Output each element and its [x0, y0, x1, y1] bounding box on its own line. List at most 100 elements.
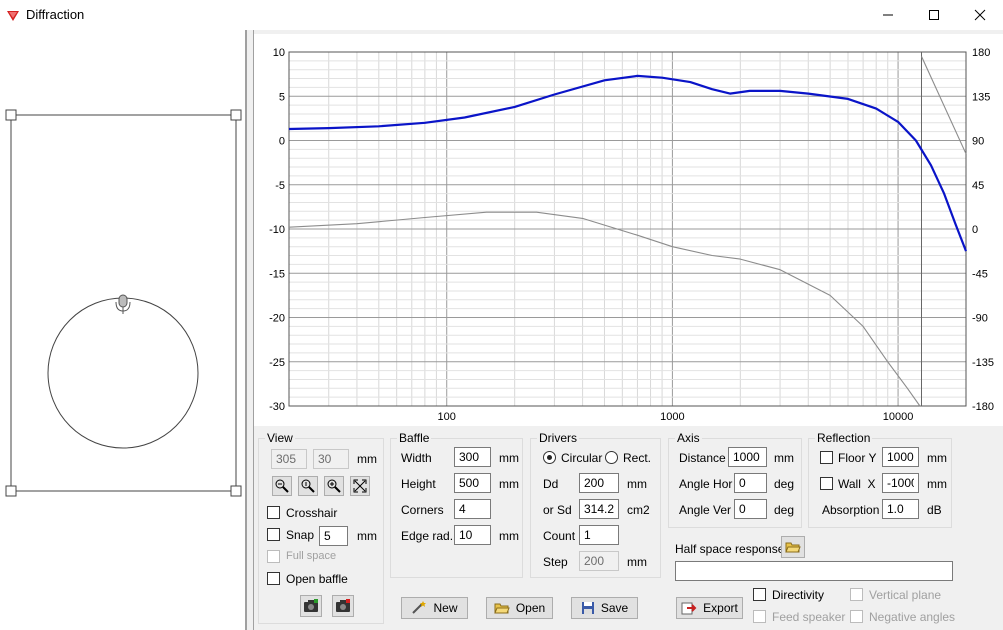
new-button-label: New	[433, 601, 458, 615]
zoom-fit-button[interactable]	[350, 476, 370, 496]
corners-field[interactable]	[454, 499, 491, 519]
floor-field[interactable]	[882, 447, 919, 467]
floor-checkbox[interactable]	[820, 451, 833, 464]
sd-field[interactable]	[579, 499, 619, 519]
baffle-preview-pane[interactable]	[0, 30, 246, 630]
pane-splitter[interactable]	[246, 30, 254, 630]
zoom-in-icon	[327, 479, 341, 493]
crosshair-checkbox[interactable]	[267, 506, 280, 519]
dd-unit: mm	[627, 477, 647, 491]
edge-radius-field[interactable]	[454, 525, 491, 545]
y2-tick-label: -45	[972, 268, 988, 280]
corners-label: Corners	[401, 503, 444, 517]
x-tick-label: 10000	[883, 411, 914, 423]
count-field[interactable]	[579, 525, 619, 545]
wall-checkbox[interactable]	[820, 477, 833, 490]
circular-radio[interactable]	[543, 451, 556, 464]
close-button[interactable]	[957, 0, 1003, 30]
wall-field[interactable]	[882, 473, 919, 493]
feed-speaker-label: Feed speaker	[772, 610, 846, 624]
angle-hor-field[interactable]	[734, 473, 767, 493]
dd-label: Dd	[543, 477, 559, 491]
y-tick-label: -15	[269, 268, 285, 280]
camera-red-icon	[336, 599, 350, 612]
open-baffle-label: Open baffle	[286, 572, 348, 586]
vertical-plane-checkbox[interactable]	[850, 588, 863, 601]
x-tick-label: 100	[438, 411, 456, 423]
circular-label: Circular	[561, 451, 603, 465]
y2-tick-label: 180	[972, 47, 990, 59]
view-group-title: View	[265, 431, 295, 445]
half-space-open-button[interactable]	[781, 536, 805, 558]
drivers-group-title: Drivers	[537, 431, 579, 445]
y2-tick-label: 45	[972, 180, 984, 192]
full-space-checkbox[interactable]	[267, 550, 280, 563]
magic-wand-icon	[412, 601, 427, 614]
series-line-magnitude	[288, 74, 968, 252]
zoom-actual-button[interactable]	[298, 476, 318, 496]
step-label: Step	[543, 555, 568, 569]
resize-handle-bottom-left[interactable]	[5, 485, 17, 497]
y-tick-label: 0	[279, 136, 285, 148]
sd-label: or Sd	[543, 503, 572, 517]
baffle-drawing[interactable]	[0, 30, 246, 630]
y2-tick-label: -180	[972, 401, 994, 413]
new-button[interactable]: New	[401, 597, 468, 619]
floppy-disk-icon	[581, 602, 594, 614]
baffle-group-title: Baffle	[397, 431, 432, 445]
feed-speaker-checkbox[interactable]	[753, 610, 766, 623]
step-field[interactable]	[579, 551, 619, 571]
absorption-field[interactable]	[882, 499, 919, 519]
minimize-button[interactable]	[865, 0, 911, 30]
zoom-out-button[interactable]	[272, 476, 292, 496]
snap-checkbox[interactable]	[267, 528, 280, 541]
y-tick-label: -20	[269, 313, 285, 325]
floor-label: Floor Y	[838, 451, 877, 465]
angle-hor-unit: deg	[774, 477, 795, 491]
close-icon	[974, 9, 986, 21]
y-tick-label: 10	[273, 47, 285, 59]
width-field[interactable]	[454, 447, 491, 467]
negative-angles-checkbox[interactable]	[850, 610, 863, 623]
height-field[interactable]	[454, 473, 491, 493]
height-label: Height	[401, 477, 436, 491]
distance-field[interactable]	[728, 447, 767, 467]
save-button[interactable]: Save	[571, 597, 638, 619]
resize-handle-bottom-right[interactable]	[230, 485, 242, 497]
snap-field[interactable]	[319, 526, 348, 546]
screenshot-alt-button[interactable]	[332, 595, 354, 617]
zoom-one-icon	[301, 479, 315, 493]
resize-handle-top-right[interactable]	[230, 109, 242, 121]
resize-handle-top-left[interactable]	[5, 109, 17, 121]
folder-open-icon	[494, 603, 510, 614]
directivity-checkbox[interactable]	[753, 588, 766, 601]
screenshot-button[interactable]	[300, 595, 322, 617]
view-x-field[interactable]	[271, 449, 307, 469]
response-chart[interactable]: 10 5 0 -5 -10 -15 -20 -25 -30 180 135 90 45 0 -45 -90 -1…	[254, 34, 1003, 426]
open-button[interactable]: Open	[486, 597, 553, 619]
y2-tick-label: -90	[972, 313, 988, 325]
view-y-field[interactable]	[313, 449, 349, 469]
rect-radio[interactable]	[605, 451, 618, 464]
absorption-label: Absorption	[822, 503, 880, 517]
distance-unit: mm	[774, 451, 794, 465]
save-button-label: Save	[600, 601, 629, 615]
reflection-group-title: Reflection	[815, 431, 873, 445]
full-space-label: Full space	[286, 550, 337, 562]
zoom-in-button[interactable]	[324, 476, 344, 496]
half-space-label: Half space response	[675, 542, 785, 556]
angle-ver-field[interactable]	[734, 499, 767, 519]
negative-angles-label: Negative angles	[869, 610, 956, 624]
open-baffle-checkbox[interactable]	[267, 572, 280, 585]
count-label: Count	[543, 529, 576, 543]
maximize-button[interactable]	[911, 0, 957, 30]
driver-circle[interactable]	[47, 297, 199, 449]
crosshair-label: Crosshair	[286, 506, 338, 520]
title-bar: Diffraction	[0, 0, 1003, 30]
dd-field[interactable]	[579, 473, 619, 493]
export-button[interactable]: Export	[676, 597, 743, 619]
y2-tick-label: 90	[972, 136, 984, 148]
half-space-field[interactable]	[675, 561, 953, 581]
export-icon	[681, 602, 697, 615]
x-tick-label: 1000	[660, 411, 684, 423]
